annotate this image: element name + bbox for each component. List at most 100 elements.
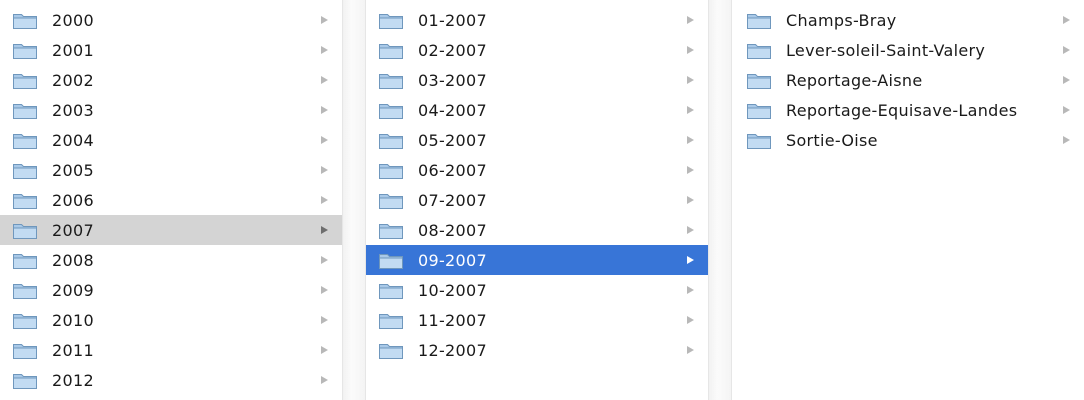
folder-row[interactable]: 01-2007 bbox=[366, 5, 708, 35]
folder-icon bbox=[12, 251, 38, 270]
folder-icon bbox=[378, 191, 404, 210]
folder-label: Reportage-Equisave-Landes bbox=[786, 100, 1018, 120]
disclosure-arrow-icon bbox=[1063, 76, 1070, 84]
disclosure-arrow-icon bbox=[687, 346, 694, 354]
folder-icon bbox=[378, 311, 404, 330]
folder-icon bbox=[378, 221, 404, 240]
folder-label: 11-2007 bbox=[418, 310, 487, 330]
folder-row[interactable]: 2008 bbox=[0, 245, 342, 275]
folder-row[interactable]: 06-2007 bbox=[366, 155, 708, 185]
folder-icon bbox=[378, 161, 404, 180]
folder-row[interactable]: 2000 bbox=[0, 5, 342, 35]
folder-row[interactable]: 2006 bbox=[0, 185, 342, 215]
folder-row[interactable]: 2011 bbox=[0, 335, 342, 365]
folder-label: Champs-Bray bbox=[786, 10, 897, 30]
disclosure-arrow-icon bbox=[321, 346, 328, 354]
folder-icon bbox=[12, 281, 38, 300]
folder-label: Lever-soleil-Saint-Valery bbox=[786, 40, 986, 60]
folder-row[interactable]: 09-2007 bbox=[366, 245, 708, 275]
disclosure-arrow-icon bbox=[687, 226, 694, 234]
folder-icon bbox=[378, 41, 404, 60]
folder-label: 08-2007 bbox=[418, 220, 487, 240]
folder-label: Reportage-Aisne bbox=[786, 70, 923, 90]
disclosure-arrow-icon bbox=[687, 196, 694, 204]
folder-icon bbox=[378, 341, 404, 360]
folder-row[interactable]: Reportage-Aisne bbox=[732, 65, 1084, 95]
folder-icon bbox=[378, 101, 404, 120]
folder-icon bbox=[12, 161, 38, 180]
folder-icon bbox=[378, 71, 404, 90]
folder-icon bbox=[12, 101, 38, 120]
column-browser: 2000 2001 2002 2003 2004 2005 2006 2007 2008 2009… bbox=[0, 0, 1084, 400]
folders-column[interactable]: Champs-Bray Lever-soleil-Saint-Valery Repo… bbox=[708, 0, 1084, 400]
folder-icon bbox=[746, 131, 772, 150]
folder-row[interactable]: 03-2007 bbox=[366, 65, 708, 95]
folder-icon bbox=[12, 11, 38, 30]
folder-label: 2000 bbox=[52, 10, 94, 30]
folder-icon bbox=[378, 131, 404, 150]
folder-row[interactable]: 08-2007 bbox=[366, 215, 708, 245]
folder-label: 06-2007 bbox=[418, 160, 487, 180]
folder-icon bbox=[12, 371, 38, 390]
folder-label: 2007 bbox=[52, 220, 94, 240]
folder-row[interactable]: 2004 bbox=[0, 125, 342, 155]
folder-row[interactable]: Champs-Bray bbox=[732, 5, 1084, 35]
folder-row[interactable]: 12-2007 bbox=[366, 335, 708, 365]
folder-label: 2004 bbox=[52, 130, 94, 150]
folder-row[interactable]: 05-2007 bbox=[366, 125, 708, 155]
folder-label: 12-2007 bbox=[418, 340, 487, 360]
folder-icon bbox=[746, 11, 772, 30]
folder-icon bbox=[12, 311, 38, 330]
folder-row[interactable]: 2010 bbox=[0, 305, 342, 335]
folder-label: 04-2007 bbox=[418, 100, 487, 120]
folder-label: 2006 bbox=[52, 190, 94, 210]
folder-row[interactable]: 2005 bbox=[0, 155, 342, 185]
folder-row[interactable]: 2001 bbox=[0, 35, 342, 65]
disclosure-arrow-icon bbox=[687, 76, 694, 84]
folder-icon bbox=[746, 41, 772, 60]
folder-icon bbox=[12, 191, 38, 210]
column-divider[interactable] bbox=[342, 0, 366, 400]
disclosure-arrow-icon bbox=[687, 286, 694, 294]
folder-label: 09-2007 bbox=[418, 250, 487, 270]
folder-row[interactable]: Sortie-Oise bbox=[732, 125, 1084, 155]
column-divider[interactable] bbox=[708, 0, 732, 400]
folder-row[interactable]: 10-2007 bbox=[366, 275, 708, 305]
folder-row[interactable]: 2003 bbox=[0, 95, 342, 125]
folder-label: 10-2007 bbox=[418, 280, 487, 300]
folder-row[interactable]: 2007 bbox=[0, 215, 342, 245]
folder-row[interactable]: 04-2007 bbox=[366, 95, 708, 125]
folder-label: 2002 bbox=[52, 70, 94, 90]
disclosure-arrow-icon bbox=[687, 316, 694, 324]
folder-icon bbox=[12, 41, 38, 60]
folder-row[interactable]: Lever-soleil-Saint-Valery bbox=[732, 35, 1084, 65]
folder-label: 05-2007 bbox=[418, 130, 487, 150]
folder-row[interactable]: Reportage-Equisave-Landes bbox=[732, 95, 1084, 125]
folder-icon bbox=[746, 71, 772, 90]
folder-row[interactable]: 07-2007 bbox=[366, 185, 708, 215]
folder-icon bbox=[12, 71, 38, 90]
folder-label: 07-2007 bbox=[418, 190, 487, 210]
folder-label: 2003 bbox=[52, 100, 94, 120]
folder-row[interactable]: 2012 bbox=[0, 365, 342, 395]
disclosure-arrow-icon bbox=[1063, 46, 1070, 54]
folder-row[interactable]: 02-2007 bbox=[366, 35, 708, 65]
folder-label: 02-2007 bbox=[418, 40, 487, 60]
disclosure-arrow-icon bbox=[687, 166, 694, 174]
disclosure-arrow-icon bbox=[1063, 136, 1070, 144]
disclosure-arrow-icon bbox=[321, 226, 328, 234]
years-column[interactable]: 2000 2001 2002 2003 2004 2005 2006 2007 2008 2009… bbox=[0, 0, 342, 400]
folder-label: 2011 bbox=[52, 340, 94, 360]
disclosure-arrow-icon bbox=[321, 76, 328, 84]
months-column[interactable]: 01-2007 02-2007 03-2007 04-2007 05-2007 06-20… bbox=[342, 0, 708, 400]
disclosure-arrow-icon bbox=[1063, 16, 1070, 24]
folder-row[interactable]: 2002 bbox=[0, 65, 342, 95]
folder-label: 2009 bbox=[52, 280, 94, 300]
folder-icon bbox=[378, 281, 404, 300]
folder-row[interactable]: 2009 bbox=[0, 275, 342, 305]
folder-icon bbox=[378, 251, 404, 270]
folder-row[interactable]: 11-2007 bbox=[366, 305, 708, 335]
folder-icon bbox=[12, 221, 38, 240]
folder-label: 2001 bbox=[52, 40, 94, 60]
disclosure-arrow-icon bbox=[321, 256, 328, 264]
